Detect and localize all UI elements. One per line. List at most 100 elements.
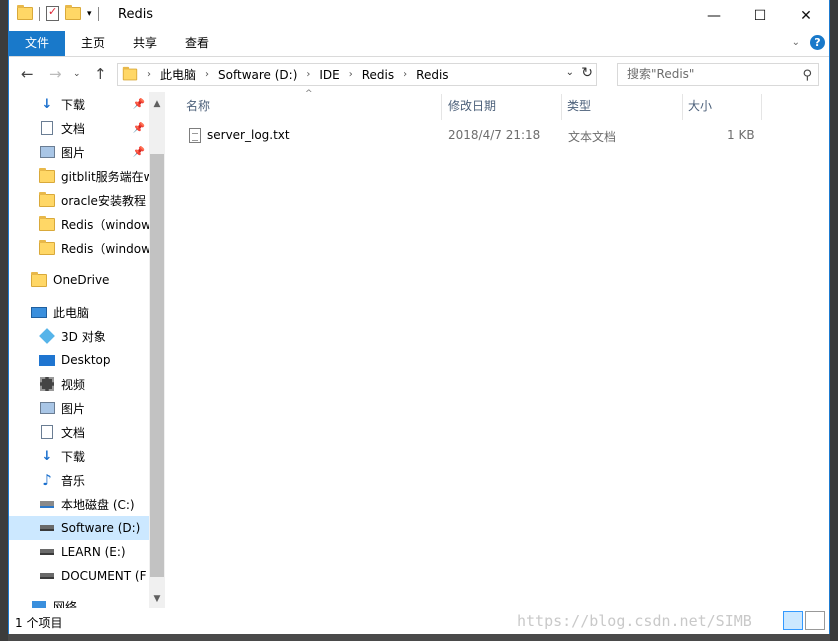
column-header-size[interactable]: 大小 [688, 94, 712, 120]
large-icons-view-button[interactable] [805, 611, 825, 630]
music-icon: ♪ [42, 471, 52, 489]
nav-item-label: 本地磁盘 (C:) [61, 497, 135, 512]
pictures-icon [39, 402, 55, 414]
nav-item-downloads-pc[interactable]: ↓ 下载 [9, 444, 149, 468]
scroll-down-icon[interactable]: ▼ [149, 591, 165, 608]
new-folder-icon[interactable] [65, 5, 81, 20]
nav-item-drive-f[interactable]: DOCUMENT (F [9, 564, 149, 588]
customize-toolbar-icon[interactable]: ▾ [87, 9, 92, 19]
recent-locations-icon[interactable]: ⌄ [73, 69, 81, 79]
scroll-up-icon[interactable]: ▲ [149, 96, 165, 113]
nav-item-label: 3D 对象 [61, 329, 106, 344]
pin-icon[interactable]: 📌 [133, 99, 145, 110]
help-icon[interactable]: ? [810, 35, 825, 50]
breadcrumb-redis[interactable]: Redis [362, 68, 394, 82]
breadcrumb-this-pc[interactable]: 此电脑 [160, 66, 196, 83]
pin-icon[interactable]: 📌 [133, 123, 145, 134]
column-header-name[interactable]: 名称 [186, 94, 210, 120]
network-icon [32, 601, 46, 608]
nav-item-label: 图片 [61, 145, 86, 160]
details-view-button[interactable] [783, 611, 803, 630]
nav-item-label: DOCUMENT (F [61, 569, 147, 583]
search-placeholder: 搜索"Redis" [627, 67, 695, 81]
nav-item-documents[interactable]: 文档 📌 [9, 116, 149, 140]
nav-item-label: 下载 [61, 449, 86, 464]
nav-item-redis-windows-2[interactable]: Redis（window [9, 236, 149, 260]
minimize-button[interactable]: — [691, 0, 737, 31]
nav-item-label: Desktop [61, 353, 111, 367]
nav-item-this-pc[interactable]: 此电脑 [9, 300, 149, 324]
breadcrumb-ide[interactable]: IDE [319, 68, 339, 82]
drive-icon [40, 549, 54, 555]
navigation-pane-scrollbar[interactable]: ▲ ▼ [149, 92, 165, 608]
window-controls: — ☐ ✕ [691, 0, 829, 31]
properties-icon[interactable] [46, 5, 59, 21]
column-divider[interactable] [761, 94, 762, 120]
system-drive-icon [40, 500, 54, 508]
nav-item-drive-e[interactable]: LEARN (E:) [9, 540, 149, 564]
nav-item-label: 图片 [61, 401, 86, 416]
nav-item-oracle[interactable]: oracle安装教程 [9, 188, 149, 212]
column-divider[interactable] [682, 94, 683, 120]
nav-item-pictures-pc[interactable]: 图片 [9, 396, 149, 420]
address-dropdown-icon[interactable]: ⌄ [566, 67, 574, 78]
nav-item-documents-pc[interactable]: 文档 [9, 420, 149, 444]
column-divider[interactable] [561, 94, 562, 120]
chevron-down-icon[interactable]: ⌄ [792, 37, 800, 48]
column-header-modified[interactable]: 修改日期 [448, 94, 496, 120]
nav-item-videos[interactable]: 视频 [9, 372, 149, 396]
nav-item-drive-c[interactable]: 本地磁盘 (C:) [9, 492, 149, 516]
folder-icon [39, 191, 55, 207]
folder-icon [122, 66, 138, 81]
back-arrow-icon[interactable]: ← [21, 65, 34, 83]
breadcrumb-separator[interactable]: › [349, 69, 353, 80]
title-bar: ▾ Redis — ☐ ✕ [9, 0, 829, 31]
nav-item-label: 文档 [61, 121, 86, 136]
search-icon[interactable]: ⚲ [802, 65, 812, 86]
column-header-type[interactable]: 类型 [567, 94, 591, 120]
videos-icon [40, 377, 54, 391]
breadcrumb-separator[interactable]: › [147, 69, 151, 80]
nav-item-drive-d[interactable]: Software (D:) [9, 516, 149, 540]
pictures-icon [39, 146, 55, 158]
nav-item-redis-windows-1[interactable]: Redis（window [9, 212, 149, 236]
status-bar: 1 个项目 https://blog.csdn.net/SIMB [9, 608, 829, 634]
breadcrumb-separator[interactable]: › [403, 69, 407, 80]
nav-item-label: oracle安装教程 [61, 193, 146, 208]
column-divider[interactable] [441, 94, 442, 120]
nav-item-onedrive[interactable]: OneDrive [9, 268, 149, 292]
forward-arrow-icon[interactable]: → [49, 65, 62, 83]
nav-item-pictures[interactable]: 图片 📌 [9, 140, 149, 164]
nav-item-desktop[interactable]: Desktop [9, 348, 149, 372]
nav-item-network[interactable]: 网络 [9, 594, 149, 608]
breadcrumb-redis-current[interactable]: Redis [416, 68, 448, 82]
folder-icon [17, 5, 33, 20]
file-row[interactable]: server_log.txt 2018/4/7 21:18 文本文档 1 KB [184, 125, 764, 147]
tab-file[interactable]: 文件 [9, 31, 65, 56]
close-button[interactable]: ✕ [783, 0, 829, 31]
tab-home[interactable]: 主页 [75, 31, 111, 56]
tab-view[interactable]: 查看 [179, 31, 215, 56]
nav-item-3d-objects[interactable]: 3D 对象 [9, 324, 149, 348]
toolbar-separator [97, 6, 99, 21]
breadcrumb-software-d[interactable]: Software (D:) [218, 68, 297, 82]
nav-item-music[interactable]: ♪ 音乐 [9, 468, 149, 492]
breadcrumb-separator[interactable]: › [306, 69, 310, 80]
3d-objects-icon [39, 328, 55, 344]
nav-item-gitblit[interactable]: gitblit服务端在w [9, 164, 149, 188]
address-bar[interactable]: › 此电脑 › Software (D:) › IDE › Redis › Re… [117, 63, 597, 86]
refresh-icon[interactable]: ↻ [581, 65, 593, 81]
download-icon: ↓ [41, 96, 53, 112]
breadcrumb-separator[interactable]: › [205, 69, 209, 80]
nav-item-label: 视频 [61, 377, 86, 392]
scrollbar-thumb[interactable] [150, 154, 164, 577]
navigation-pane: ↓ 下载 📌 文档 📌 图片 📌 gitblit服务端在w oracle安装教程… [9, 92, 165, 608]
nav-item-label: gitblit服务端在w [61, 169, 149, 184]
pin-icon[interactable]: 📌 [133, 147, 145, 158]
tab-share[interactable]: 共享 [127, 31, 163, 56]
up-arrow-icon[interactable]: ↑ [94, 65, 107, 83]
search-input[interactable]: 搜索"Redis" ⚲ [617, 63, 819, 86]
nav-item-downloads[interactable]: ↓ 下载 📌 [9, 92, 149, 116]
desktop-background-right [830, 0, 838, 641]
maximize-button[interactable]: ☐ [737, 0, 783, 31]
